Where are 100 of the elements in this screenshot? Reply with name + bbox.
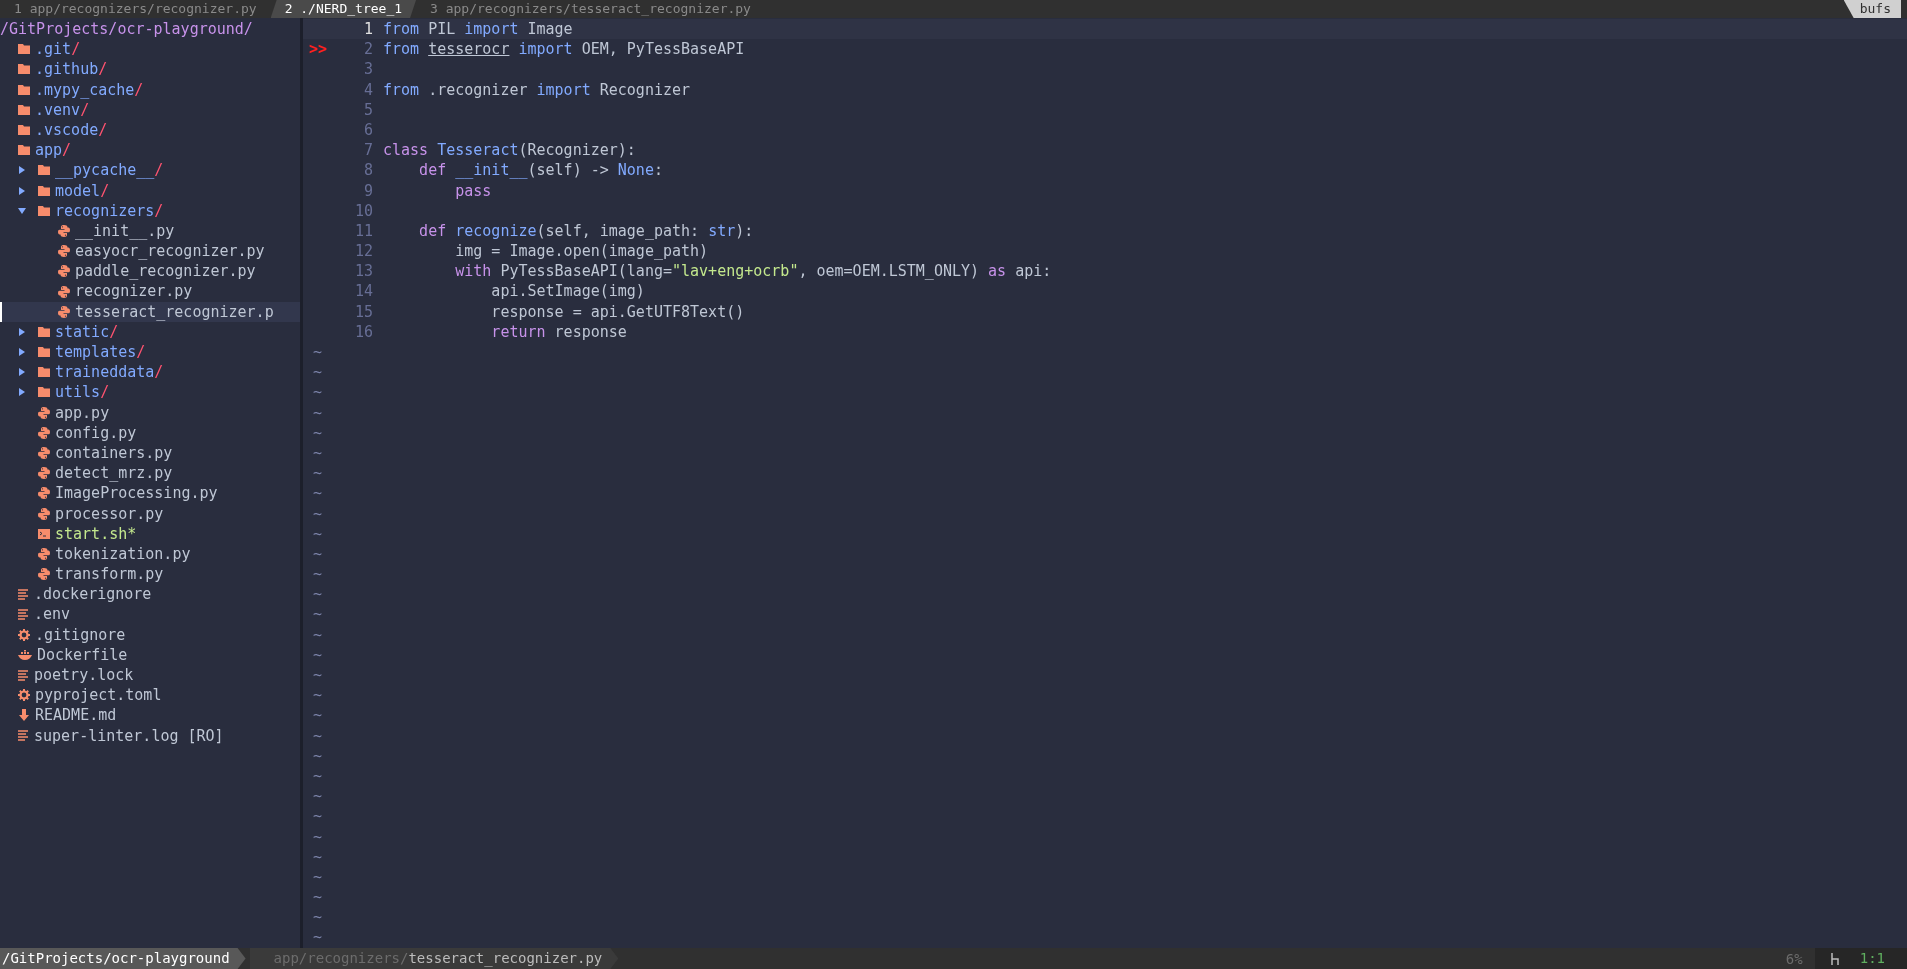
empty-line-marker: ~ [312,705,323,726]
file-item[interactable]: super-linter.log [RO] [34,725,224,746]
line-number: 5 [362,99,373,120]
empty-line-marker: ~ [312,765,323,787]
folder-item[interactable]: __pycache__/ [55,160,164,181]
whale-icon [18,649,32,660]
folder-icon [18,44,30,55]
text-file-icon [18,669,29,681]
text-file-icon [18,609,29,621]
file-item[interactable]: start.sh* [55,523,137,544]
file-item[interactable]: paddle_recognizer.py [75,261,256,282]
file-item[interactable]: detect_mrz.py [55,463,173,484]
code-line: from PIL import Image [383,19,573,40]
folder-item[interactable]: traineddata/ [55,362,164,383]
python-icon [38,568,50,581]
folder-icon [38,326,50,337]
empty-line-marker: ~ [312,665,323,686]
line-number: 14 [353,281,373,302]
line-number: 11 [353,220,373,242]
file-item[interactable]: README.md [35,705,117,726]
empty-line-marker: ~ [312,644,323,665]
empty-line-marker: ~ [312,342,323,363]
code-line: response = api.GetUTF8Text() [490,301,745,322]
folder-item[interactable]: app/ [35,140,72,161]
collapsed-arrow-icon[interactable] [18,166,26,175]
folder-item[interactable]: .git/ [35,39,81,60]
folder-icon [38,367,50,378]
folder-item[interactable]: .github/ [35,59,108,80]
code-line: class Tesseract(Recognizer): [383,140,636,161]
folder-icon [18,104,30,115]
line-number: 7 [362,140,373,161]
empty-line-marker: ~ [312,887,323,908]
empty-line-marker: ~ [312,422,323,443]
file-item[interactable]: transform.py [55,564,164,585]
line-number: 12 [353,241,373,262]
file-item[interactable]: app.py [55,402,110,423]
file-item[interactable]: .env [34,604,71,625]
folder-item[interactable]: templates/ [55,342,146,363]
file-item[interactable]: pyproject.toml [35,685,162,706]
empty-line-marker: ~ [312,624,323,645]
empty-line-marker: ~ [312,564,323,585]
python-icon [58,224,70,237]
file-item[interactable]: recognizer.py [75,281,193,302]
buffer-tab[interactable]: 2 ./NERD_tree_1 [270,0,417,18]
line-number: 2 [362,39,373,60]
scroll-percent: 6% [1784,950,1804,967]
empty-line-marker: ~ [312,826,323,847]
file-item[interactable]: containers.py [55,442,173,464]
empty-line-marker: ~ [312,907,323,928]
code-line: from .recognizer import Recognizer [383,79,691,100]
folder-item[interactable]: utils/ [55,382,110,403]
line-number: 15 [353,301,373,322]
folder-item[interactable]: .vscode/ [35,119,108,141]
python-icon [38,406,50,419]
file-item[interactable]: __init__.py [75,220,175,242]
folder-icon [38,165,50,176]
file-item[interactable]: .gitignore [35,624,126,645]
folder-item[interactable]: .mypy_cache/ [35,79,144,100]
empty-line-marker: ~ [312,523,323,544]
gear-icon [18,628,30,641]
collapsed-arrow-icon[interactable] [18,388,26,397]
expanded-arrow-icon[interactable] [18,206,26,215]
line-number: 9 [362,180,373,201]
folder-item[interactable]: model/ [55,180,110,201]
file-item[interactable]: .dockerignore [34,584,152,605]
python-icon [38,507,50,520]
collapsed-arrow-icon[interactable] [18,186,26,195]
collapsed-arrow-icon[interactable] [18,368,26,377]
file-item[interactable]: ImageProcessing.py [55,483,218,504]
folder-item[interactable]: static/ [55,321,119,342]
folder-icon [38,185,50,196]
empty-line-marker: ~ [312,725,323,746]
file-item[interactable]: Dockerfile [37,644,128,665]
empty-line-marker: ~ [312,463,323,484]
buffer-tab[interactable]: 1 app/recognizers/recognizer.py [0,0,271,18]
collapsed-arrow-icon[interactable] [18,327,26,336]
folder-icon [38,347,50,358]
folder-item[interactable]: .venv/ [35,99,90,120]
empty-line-marker: ~ [312,685,323,706]
folder-icon [18,125,30,136]
collapsed-arrow-icon[interactable] [18,348,26,357]
empty-line-marker: ~ [312,786,323,807]
folder-item[interactable]: recognizers/ [55,200,164,221]
buffers-label: bufs [1843,0,1901,18]
file-item[interactable]: easyocr_recognizer.py [75,241,265,262]
folder-icon [18,64,30,75]
code-line: from tesserocr import OEM, PyTessBaseAPI [383,39,745,60]
empty-line-marker: ~ [312,362,323,383]
python-icon [38,547,50,560]
python-icon [38,447,50,460]
file-item[interactable]: tokenization.py [55,543,191,565]
file-item[interactable]: processor.py [55,503,164,524]
folder-icon [18,84,30,95]
folder-icon [38,387,50,398]
buffer-tab[interactable]: 3 app/recognizers/tesseract_recognizer.py [416,0,765,18]
file-item[interactable]: config.py [55,422,137,443]
file-item[interactable]: poetry.lock [34,665,134,686]
code-line: api.SetImage(img) [490,281,645,302]
line-number: 13 [353,261,373,282]
line-number: 4 [362,79,373,100]
